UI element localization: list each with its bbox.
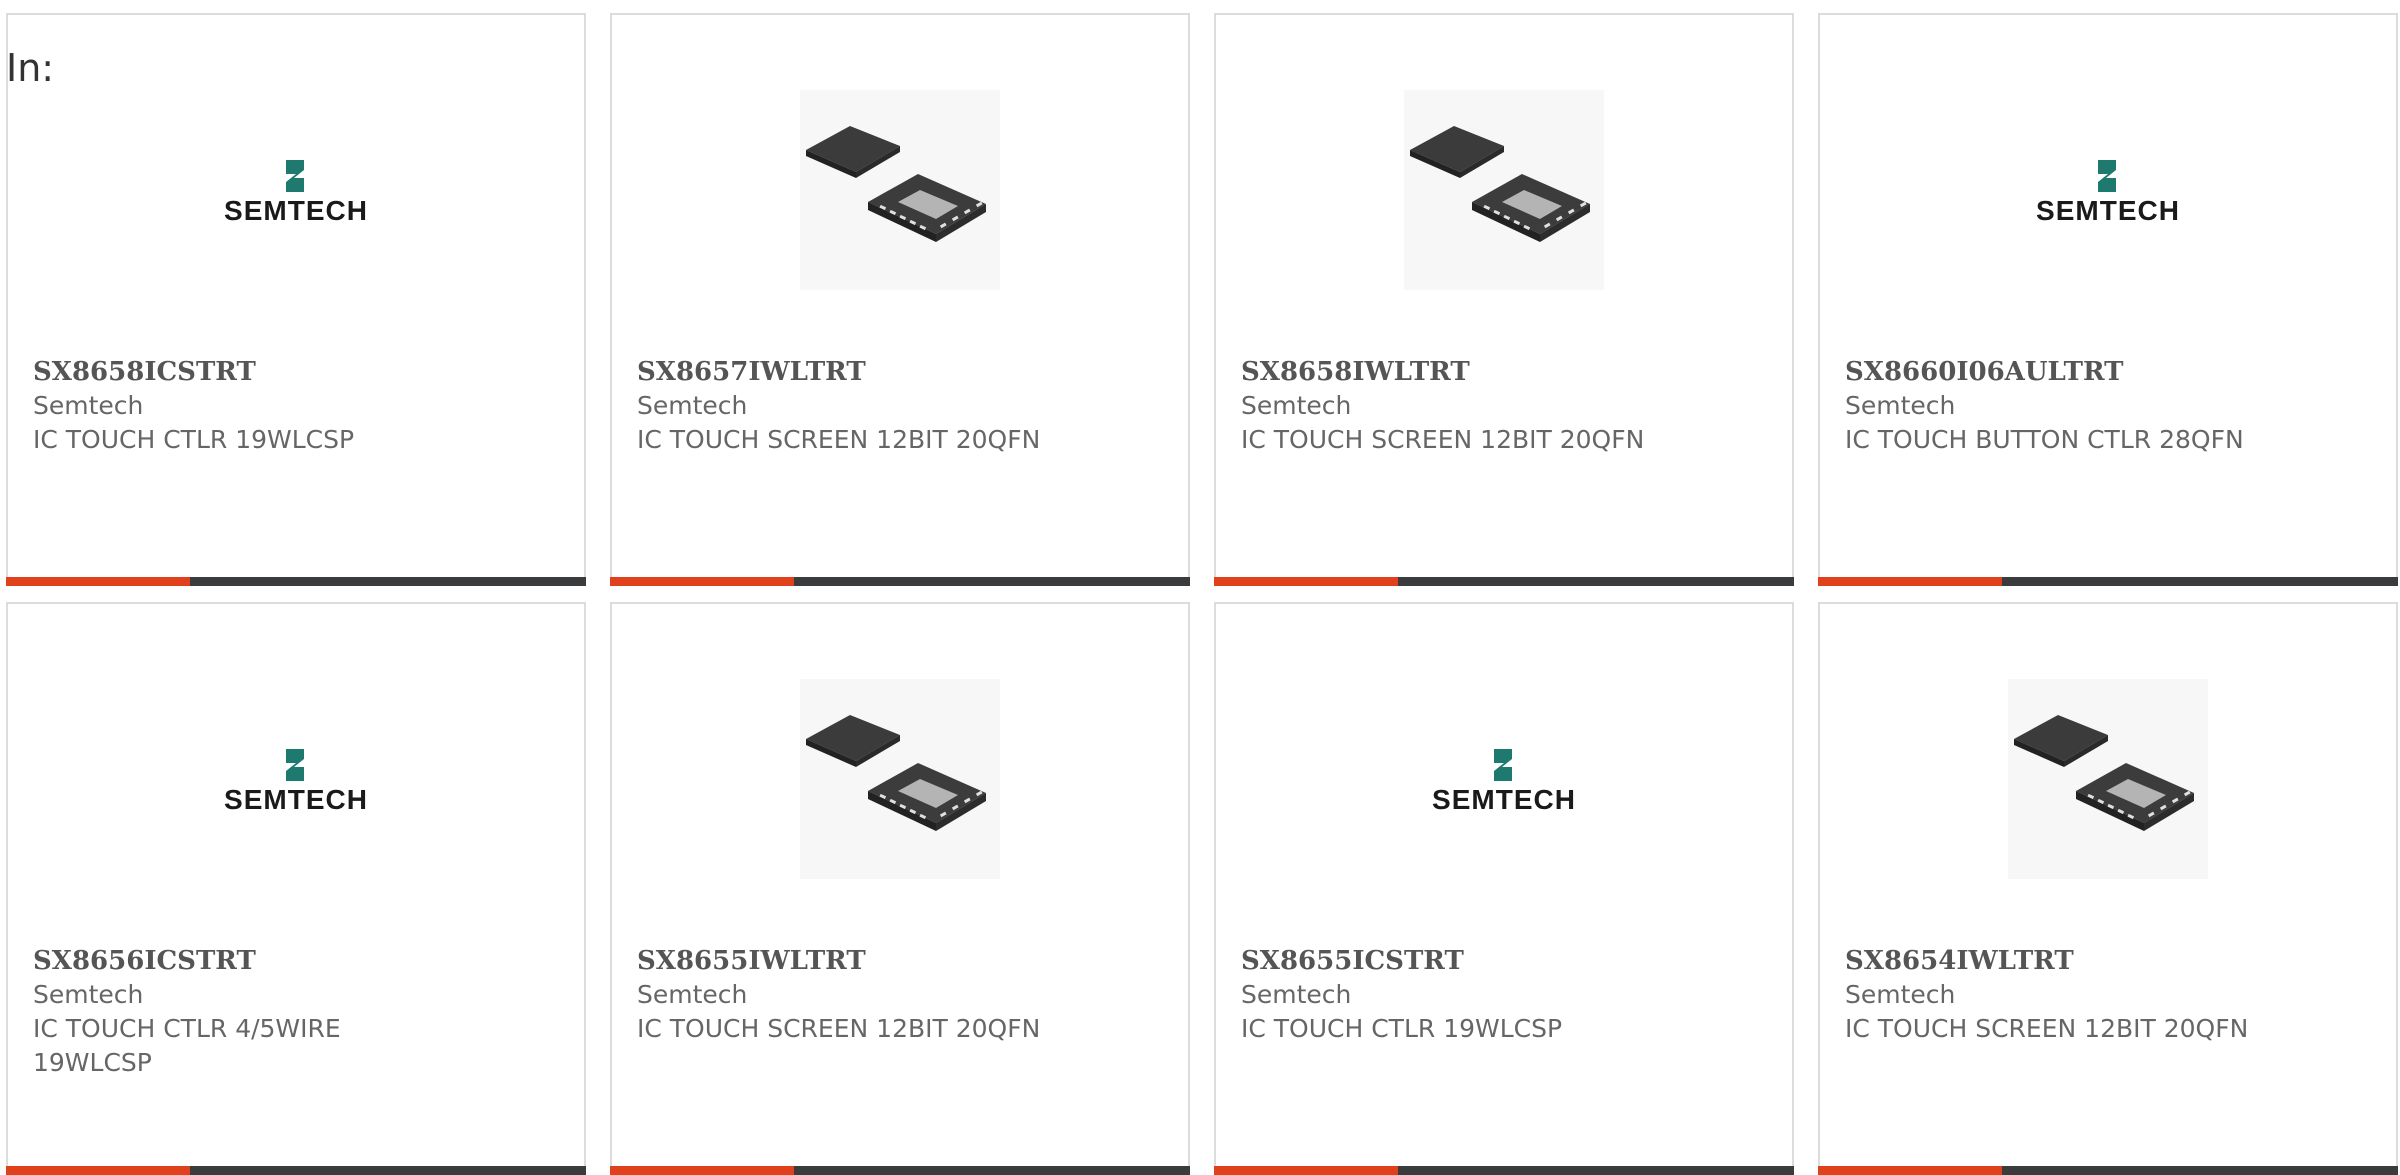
manufacturer: Semtech — [637, 391, 748, 420]
product-image[interactable] — [1820, 669, 2396, 889]
product-image[interactable]: SEMTECH — [8, 80, 584, 300]
card-accent-bar — [6, 1166, 586, 1175]
part-number[interactable]: SX8658IWLTRT — [1241, 355, 1772, 389]
semtech-logo: SEMTECH — [224, 160, 368, 222]
svg-text:SEMTECH: SEMTECH — [224, 195, 368, 222]
product-card[interactable]: SX8657IWLTRT Semtech IC TOUCH SCREEN 12B… — [610, 13, 1190, 586]
product-info: SX8655IWLTRT Semtech IC TOUCH SCREEN 12B… — [637, 944, 1168, 1046]
description: IC TOUCH CTLR 19WLCSP — [1241, 1014, 1563, 1043]
svg-text:SEMTECH: SEMTECH — [224, 784, 368, 811]
manufacturer: Semtech — [33, 980, 144, 1009]
card-accent-bar — [1214, 577, 1794, 586]
description: IC TOUCH CTLR 4/5WIRE 19WLCSP — [33, 1014, 341, 1077]
product-info: SX8656ICSTRT Semtech IC TOUCH CTLR 4/5WI… — [33, 944, 564, 1080]
description: IC TOUCH CTLR 19WLCSP — [33, 425, 355, 454]
part-number[interactable]: SX8654IWLTRT — [1845, 944, 2376, 978]
qfn-chip-photo — [1404, 90, 1604, 290]
product-info: SX8657IWLTRT Semtech IC TOUCH SCREEN 12B… — [637, 355, 1168, 457]
qfn-chip-photo — [800, 90, 1000, 290]
manufacturer: Semtech — [1241, 391, 1352, 420]
card-accent-bar — [610, 1166, 1190, 1175]
product-card[interactable]: SEMTECH SX8660I06AULTRT Semtech IC TOUCH… — [1818, 13, 2398, 586]
qfn-chip-photo — [2008, 679, 2208, 879]
product-card[interactable]: SX8658IWLTRT Semtech IC TOUCH SCREEN 12B… — [1214, 13, 1794, 586]
card-accent-bar — [6, 577, 586, 586]
product-card[interactable]: SEMTECH SX8655ICSTRT Semtech IC TOUCH CT… — [1214, 602, 1794, 1175]
product-info: SX8655ICSTRT Semtech IC TOUCH CTLR 19WLC… — [1241, 944, 1772, 1046]
qfn-chip-photo — [800, 679, 1000, 879]
product-image[interactable]: SEMTECH — [1820, 80, 2396, 300]
manufacturer: Semtech — [1845, 980, 1956, 1009]
product-image[interactable]: SEMTECH — [8, 669, 584, 889]
product-image[interactable]: SEMTECH — [1216, 669, 1792, 889]
product-image[interactable] — [1216, 80, 1792, 300]
semtech-logo: SEMTECH — [2036, 160, 2180, 222]
manufacturer: Semtech — [637, 980, 748, 1009]
card-accent-bar — [1818, 1166, 2398, 1175]
in-label: In: — [6, 46, 55, 90]
product-card[interactable]: SX8655IWLTRT Semtech IC TOUCH SCREEN 12B… — [610, 602, 1190, 1175]
description: IC TOUCH SCREEN 12BIT 20QFN — [1241, 425, 1645, 454]
manufacturer: Semtech — [1241, 980, 1352, 1009]
card-accent-bar — [610, 577, 1190, 586]
product-card[interactable]: SEMTECH SX8658ICSTRT Semtech IC TOUCH CT… — [6, 13, 586, 586]
product-grid: SEMTECH SX8658ICSTRT Semtech IC TOUCH CT… — [6, 13, 2398, 1175]
part-number[interactable]: SX8656ICSTRT — [33, 944, 564, 978]
card-accent-bar — [1214, 1166, 1794, 1175]
product-info: SX8658IWLTRT Semtech IC TOUCH SCREEN 12B… — [1241, 355, 1772, 457]
card-accent-bar — [1818, 577, 2398, 586]
part-number[interactable]: SX8655ICSTRT — [1241, 944, 1772, 978]
manufacturer: Semtech — [33, 391, 144, 420]
description: IC TOUCH SCREEN 12BIT 20QFN — [1845, 1014, 2249, 1043]
product-image[interactable] — [612, 669, 1188, 889]
part-number[interactable]: SX8660I06AULTRT — [1845, 355, 2376, 389]
product-info: SX8660I06AULTRT Semtech IC TOUCH BUTTON … — [1845, 355, 2376, 457]
product-card[interactable]: SX8654IWLTRT Semtech IC TOUCH SCREEN 12B… — [1818, 602, 2398, 1175]
semtech-logo: SEMTECH — [224, 749, 368, 811]
part-number[interactable]: SX8657IWLTRT — [637, 355, 1168, 389]
svg-text:SEMTECH: SEMTECH — [1432, 784, 1576, 811]
product-info: SX8654IWLTRT Semtech IC TOUCH SCREEN 12B… — [1845, 944, 2376, 1046]
description: IC TOUCH SCREEN 12BIT 20QFN — [637, 1014, 1041, 1043]
semtech-logo: SEMTECH — [1432, 749, 1576, 811]
manufacturer: Semtech — [1845, 391, 1956, 420]
part-number[interactable]: SX8655IWLTRT — [637, 944, 1168, 978]
part-number[interactable]: SX8658ICSTRT — [33, 355, 564, 389]
product-info: SX8658ICSTRT Semtech IC TOUCH CTLR 19WLC… — [33, 355, 564, 457]
svg-text:SEMTECH: SEMTECH — [2036, 195, 2180, 222]
description: IC TOUCH BUTTON CTLR 28QFN — [1845, 425, 2244, 454]
product-image[interactable] — [612, 80, 1188, 300]
product-card[interactable]: SEMTECH SX8656ICSTRT Semtech IC TOUCH CT… — [6, 602, 586, 1175]
description: IC TOUCH SCREEN 12BIT 20QFN — [637, 425, 1041, 454]
